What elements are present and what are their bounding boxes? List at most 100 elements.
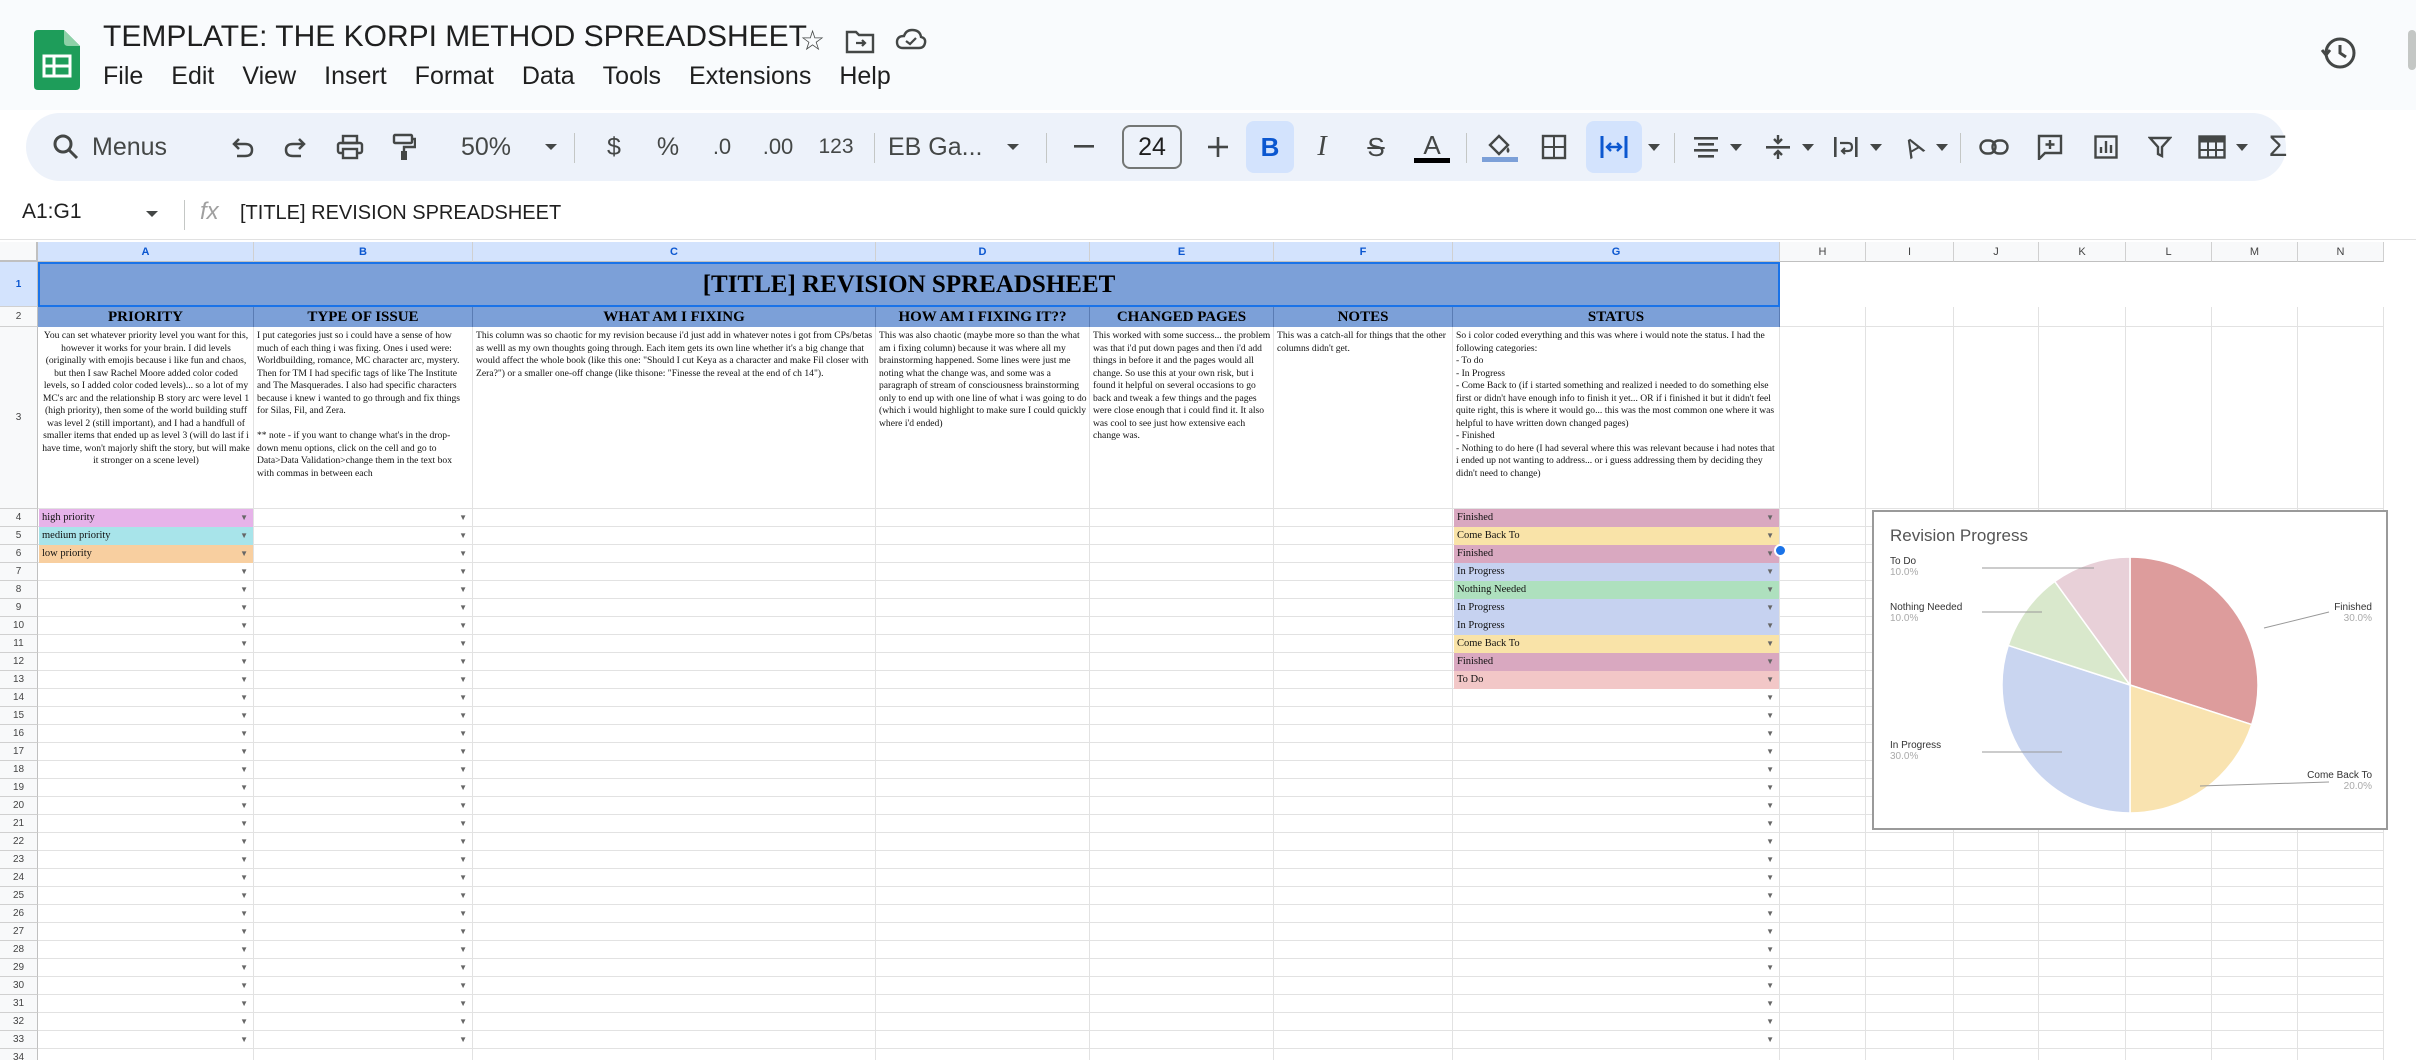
- dropdown-chip[interactable]: Finished ▼: [1454, 653, 1779, 671]
- dropdown-chip[interactable]: ▼: [39, 563, 253, 581]
- dropdown-chevron-down-icon[interactable]: ▼: [240, 869, 248, 886]
- grid-cell[interactable]: [1780, 815, 1866, 833]
- grid-cell[interactable]: [2039, 905, 2126, 923]
- redo-icon[interactable]: [276, 113, 316, 181]
- grid-cell[interactable]: [1274, 761, 1453, 779]
- grid-cell[interactable]: [2126, 1013, 2212, 1031]
- dropdown-chevron-down-icon[interactable]: ▼: [459, 653, 467, 670]
- grid-cell[interactable]: [2039, 307, 2126, 327]
- dropdown-chevron-down-icon[interactable]: ▼: [1766, 941, 1774, 958]
- row-header[interactable]: 25: [0, 887, 38, 905]
- grid-cell[interactable]: [1780, 307, 1866, 327]
- grid-cell[interactable]: [473, 779, 876, 797]
- grid-cell[interactable]: [2039, 977, 2126, 995]
- grid-cell[interactable]: [2039, 887, 2126, 905]
- dropdown-chip[interactable]: ▼: [39, 905, 253, 923]
- grid-cell[interactable]: [2126, 1031, 2212, 1049]
- dropdown-chip[interactable]: ▼: [255, 563, 472, 581]
- grid-cell[interactable]: [1780, 671, 1866, 689]
- grid-cell[interactable]: [2298, 995, 2384, 1013]
- grid-cell[interactable]: [473, 671, 876, 689]
- grid-cell[interactable]: [473, 761, 876, 779]
- grid-cell[interactable]: [1090, 779, 1274, 797]
- row-header[interactable]: 2: [0, 307, 38, 327]
- grid-cell[interactable]: [1954, 1031, 2039, 1049]
- grid-cell[interactable]: [2212, 1031, 2298, 1049]
- grid-cell[interactable]: [1954, 923, 2039, 941]
- dropdown-chevron-down-icon[interactable]: ▼: [1766, 617, 1774, 634]
- grid-cell[interactable]: [1866, 307, 1954, 327]
- dropdown-chip[interactable]: ▼: [39, 959, 253, 977]
- grid-cell[interactable]: [876, 1031, 1090, 1049]
- row-header[interactable]: 3: [0, 327, 38, 509]
- row-header[interactable]: 30: [0, 977, 38, 995]
- grid-cell[interactable]: [1780, 833, 1866, 851]
- table-chevron-down-icon[interactable]: [2232, 113, 2252, 181]
- dropdown-chip[interactable]: ▼: [255, 725, 472, 743]
- dropdown-chevron-down-icon[interactable]: ▼: [1766, 851, 1774, 868]
- grid-cell[interactable]: [2126, 887, 2212, 905]
- grid-cell[interactable]: [2039, 851, 2126, 869]
- dropdown-chevron-down-icon[interactable]: ▼: [1766, 725, 1774, 742]
- menu-data[interactable]: Data: [522, 62, 575, 91]
- dropdown-chevron-down-icon[interactable]: ▼: [240, 1013, 248, 1030]
- dropdown-chevron-down-icon[interactable]: ▼: [1766, 815, 1774, 832]
- grid-cell[interactable]: [2298, 905, 2384, 923]
- dropdown-chevron-down-icon[interactable]: ▼: [459, 905, 467, 922]
- insert-comment-icon[interactable]: [2030, 113, 2070, 181]
- grid-cell[interactable]: [1866, 905, 1954, 923]
- dropdown-chevron-down-icon[interactable]: ▼: [459, 707, 467, 724]
- grid-cell[interactable]: [1274, 977, 1453, 995]
- grid-cell[interactable]: [1780, 977, 1866, 995]
- grid-cell[interactable]: [1090, 689, 1274, 707]
- dropdown-chip[interactable]: ▼: [39, 581, 253, 599]
- dropdown-chevron-down-icon[interactable]: ▼: [1766, 779, 1774, 796]
- grid-cell[interactable]: [2298, 869, 2384, 887]
- dropdown-chevron-down-icon[interactable]: ▼: [240, 689, 248, 706]
- dropdown-chip[interactable]: ▼: [39, 851, 253, 869]
- grid-cell[interactable]: [1954, 833, 2039, 851]
- dropdown-chip[interactable]: ▼: [255, 887, 472, 905]
- grid-cell[interactable]: [1780, 545, 1866, 563]
- grid-cell[interactable]: [876, 923, 1090, 941]
- dropdown-chip[interactable]: low priority ▼: [39, 545, 253, 563]
- bold-button[interactable]: B: [1246, 121, 1294, 173]
- grid-cell[interactable]: [473, 1013, 876, 1031]
- grid-cell[interactable]: [1274, 797, 1453, 815]
- dropdown-chip[interactable]: ▼: [1454, 725, 1779, 743]
- grid-cell[interactable]: [1274, 689, 1453, 707]
- grid-cell[interactable]: [1780, 851, 1866, 869]
- grid-cell[interactable]: [1954, 887, 2039, 905]
- grid-cell[interactable]: [1866, 959, 1954, 977]
- dropdown-chevron-down-icon[interactable]: ▼: [1766, 1013, 1774, 1030]
- dropdown-chevron-down-icon[interactable]: ▼: [1766, 761, 1774, 778]
- grid-cell[interactable]: [1274, 509, 1453, 527]
- dropdown-chevron-down-icon[interactable]: ▼: [459, 959, 467, 976]
- grid-cell[interactable]: [2126, 851, 2212, 869]
- cloud-status-icon[interactable]: [895, 24, 927, 66]
- dropdown-chevron-down-icon[interactable]: ▼: [459, 887, 467, 904]
- dropdown-chevron-down-icon[interactable]: ▼: [1766, 995, 1774, 1012]
- dropdown-chip[interactable]: ▼: [1454, 923, 1779, 941]
- grid-cell[interactable]: [1866, 869, 1954, 887]
- grid-cell[interactable]: [1954, 1049, 2039, 1060]
- grid-cell[interactable]: [1954, 941, 2039, 959]
- dropdown-chip[interactable]: ▼: [39, 725, 253, 743]
- dropdown-chevron-down-icon[interactable]: ▼: [1766, 635, 1774, 652]
- dropdown-chip[interactable]: ▼: [255, 527, 472, 545]
- dropdown-chip[interactable]: ▼: [255, 977, 472, 995]
- dropdown-chevron-down-icon[interactable]: ▼: [1766, 959, 1774, 976]
- grid-cell[interactable]: [1274, 851, 1453, 869]
- grid-cell[interactable]: [1780, 1049, 1866, 1060]
- rotation-chevron-down-icon[interactable]: [1932, 113, 1952, 181]
- row-header[interactable]: 34: [0, 1049, 38, 1060]
- grid-cell[interactable]: [2126, 941, 2212, 959]
- row-header[interactable]: 14: [0, 689, 38, 707]
- font-select[interactable]: EB Ga...: [888, 113, 998, 181]
- grid-cell[interactable]: [2126, 833, 2212, 851]
- grid-cell[interactable]: [2298, 1013, 2384, 1031]
- menu-format[interactable]: Format: [415, 62, 494, 91]
- grid-cell[interactable]: [1780, 1031, 1866, 1049]
- grid-cell[interactable]: [1274, 563, 1453, 581]
- row-header[interactable]: 4: [0, 509, 38, 527]
